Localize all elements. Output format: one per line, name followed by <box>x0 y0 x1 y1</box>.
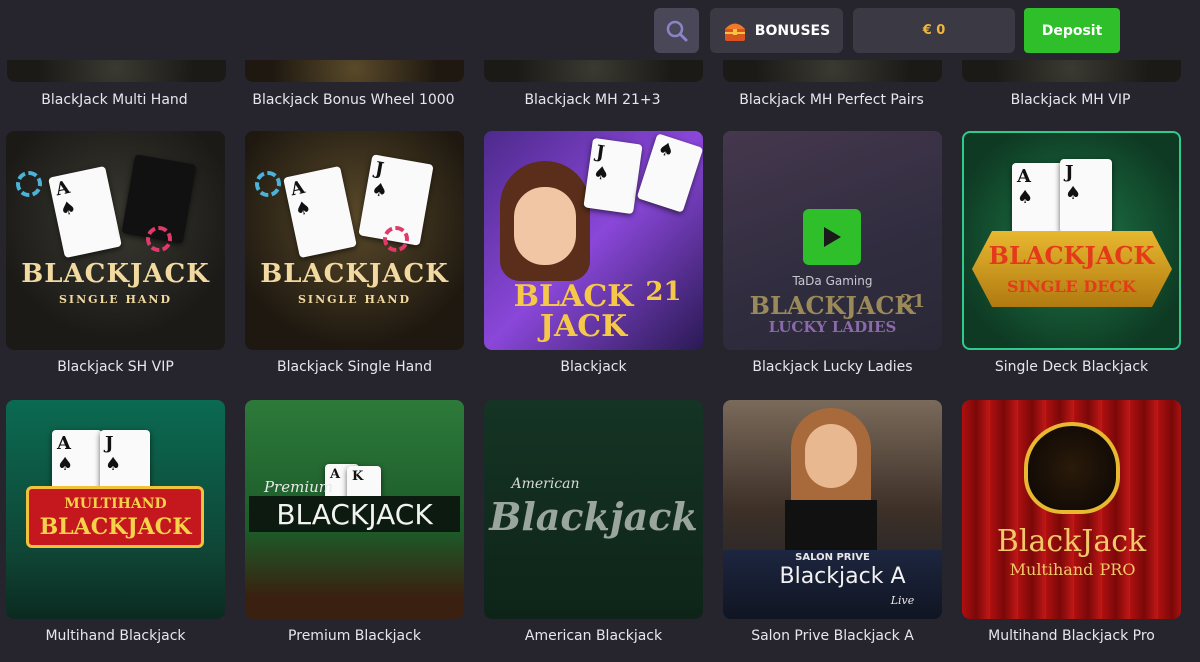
game-logo: Premium <box>263 478 334 496</box>
game-tile[interactable]: SALON PRIVE Blackjack A Live Salon Prive… <box>723 400 942 644</box>
top-bar: BONUSES € 0 Deposit <box>0 0 1200 60</box>
ace-spade-card: A ♠ <box>1012 163 1064 235</box>
game-logo: BLACKJACK <box>276 498 433 531</box>
chip-icon <box>383 226 409 252</box>
game-title[interactable]: Salon Prive Blackjack A <box>723 628 942 644</box>
game-logo-badge: 21 <box>899 291 926 312</box>
game-thumb-partial[interactable] <box>723 60 942 82</box>
deposit-button[interactable]: Deposit <box>1024 8 1120 53</box>
game-logo: American <box>511 476 580 492</box>
game-tile[interactable]: BlackJack Multihand PRO Multihand Blackj… <box>962 400 1181 644</box>
game-thumbnail[interactable]: BlackJack Multihand PRO <box>962 400 1181 619</box>
game-title[interactable]: Premium Blackjack <box>245 628 464 644</box>
game-thumbnail[interactable]: A ♠ J ♠ MULTIHAND BLACKJACK <box>6 400 225 619</box>
game-title[interactable]: Blackjack Bonus Wheel 1000 <box>244 92 463 108</box>
game-logo: MULTIHAND <box>64 496 167 512</box>
game-logo-sub: SINGLE HAND <box>297 293 411 306</box>
game-title[interactable]: Blackjack <box>484 359 703 375</box>
game-thumbnail[interactable]: A ♠ J ♠ BLACKJACK SINGLE DECK <box>962 131 1181 350</box>
game-logo: Blackjack <box>489 494 698 539</box>
game-logo: BLACKJACK <box>988 241 1155 270</box>
game-title[interactable]: Single Deck Blackjack <box>962 359 1181 375</box>
play-icon <box>824 227 841 247</box>
dealer-face <box>805 424 857 488</box>
game-tile[interactable]: A ♠ BLACKJACK SINGLE HAND Blackjack SH VI… <box>6 131 225 375</box>
game-thumb-partial[interactable] <box>962 60 1181 82</box>
treasure-chest-icon <box>724 23 745 41</box>
game-thumb-partial[interactable] <box>484 60 703 82</box>
game-logo-badge: PRO <box>1099 560 1136 579</box>
game-logo: JACK <box>539 309 628 344</box>
game-title[interactable]: Multihand Blackjack Pro <box>962 628 1181 644</box>
game-logo-sub: LUCKY LADIES <box>768 318 897 336</box>
game-logo: BLACKJACK <box>39 514 192 540</box>
play-button[interactable] <box>803 209 861 265</box>
game-thumbnail[interactable]: A ♠ BLACKJACK SINGLE HAND <box>6 131 225 350</box>
game-thumbnail[interactable]: SALON PRIVE Blackjack A Live <box>723 400 942 619</box>
game-thumbnail[interactable]: American Blackjack <box>484 400 703 619</box>
game-title[interactable]: Blackjack MH 21+3 <box>483 92 702 108</box>
game-thumbnail[interactable]: J ♠ ♠ BLACK JACK 21 <box>484 131 703 350</box>
game-title[interactable]: Blackjack MH VIP <box>961 92 1180 108</box>
game-logo: BLACKJACK <box>260 259 449 289</box>
ace-spade-card: A ♠ <box>283 165 357 259</box>
game-tile[interactable]: A ♠ J ♠ MULTIHAND BLACKJACK Multihand Blac… <box>6 400 225 644</box>
ace-spade-card: A ♠ <box>48 165 122 259</box>
game-logo: BLACKJACK <box>21 259 210 289</box>
jack-card: J ♠ <box>583 137 643 215</box>
game-thumbnail[interactable]: TaDa Gaming BLACKJACK 21 LUCKY LADIES <box>723 131 942 350</box>
game-logo-badge: 21 <box>645 277 682 307</box>
game-tile[interactable]: J ♠ ♠ BLACK JACK 21 Blackjack <box>484 131 703 375</box>
balance-display[interactable]: € 0 <box>853 8 1015 53</box>
provider-label: TaDa Gaming <box>792 274 873 288</box>
game-title[interactable]: Multihand Blackjack <box>6 628 225 644</box>
jack-card: J ♠ <box>1060 159 1112 233</box>
game-tile[interactable]: TaDa Gaming BLACKJACK 21 LUCKY LADIES Bl… <box>723 131 942 375</box>
game-thumb-partial[interactable] <box>245 60 464 82</box>
game-title[interactable]: Blackjack Single Hand <box>245 359 464 375</box>
game-logo-sub: SINGLE DECK <box>1006 277 1137 296</box>
game-logo: BlackJack <box>996 524 1147 559</box>
game-logo-sub: SINGLE HAND <box>58 293 172 306</box>
game-thumbnail[interactable]: A K Premium BLACKJACK <box>245 400 464 619</box>
game-tile[interactable]: A ♠ J ♠ BLACKJACK SINGLE DECK Single Deck … <box>962 131 1181 375</box>
chip-icon <box>255 171 281 197</box>
game-logo-sub: Live <box>890 594 915 607</box>
game-thumbnail[interactable]: A ♠ J ♠ BLACKJACK SINGLE HAND <box>245 131 464 350</box>
game-tile[interactable]: A K Premium BLACKJACK Premium Blackjack <box>245 400 464 644</box>
game-title[interactable]: BlackJack Multi Hand <box>5 92 224 108</box>
game-tile[interactable]: A ♠ J ♠ BLACKJACK SINGLE HAND Blackjack Si… <box>245 131 464 375</box>
game-thumb-partial[interactable] <box>7 60 226 82</box>
bonuses-label: BONUSES <box>754 22 831 39</box>
game-logo: Blackjack A <box>779 564 906 589</box>
chip-icon <box>146 226 172 252</box>
game-tile[interactable]: American Blackjack American Blackjack <box>484 400 703 644</box>
game-logo: SALON PRIVE <box>795 552 870 563</box>
game-title[interactable]: Blackjack MH Perfect Pairs <box>722 92 941 108</box>
spade-card: ♠ <box>636 133 703 213</box>
chip-icon <box>16 171 42 197</box>
spade-emblem <box>1024 422 1120 514</box>
dealer-face <box>514 187 576 265</box>
game-title[interactable]: Blackjack SH VIP <box>6 359 225 375</box>
game-title[interactable]: Blackjack Lucky Ladies <box>723 359 942 375</box>
search-button[interactable] <box>654 8 699 53</box>
search-icon <box>666 20 687 41</box>
game-title[interactable]: American Blackjack <box>484 628 703 644</box>
bonuses-button[interactable]: BONUSES <box>710 8 843 53</box>
